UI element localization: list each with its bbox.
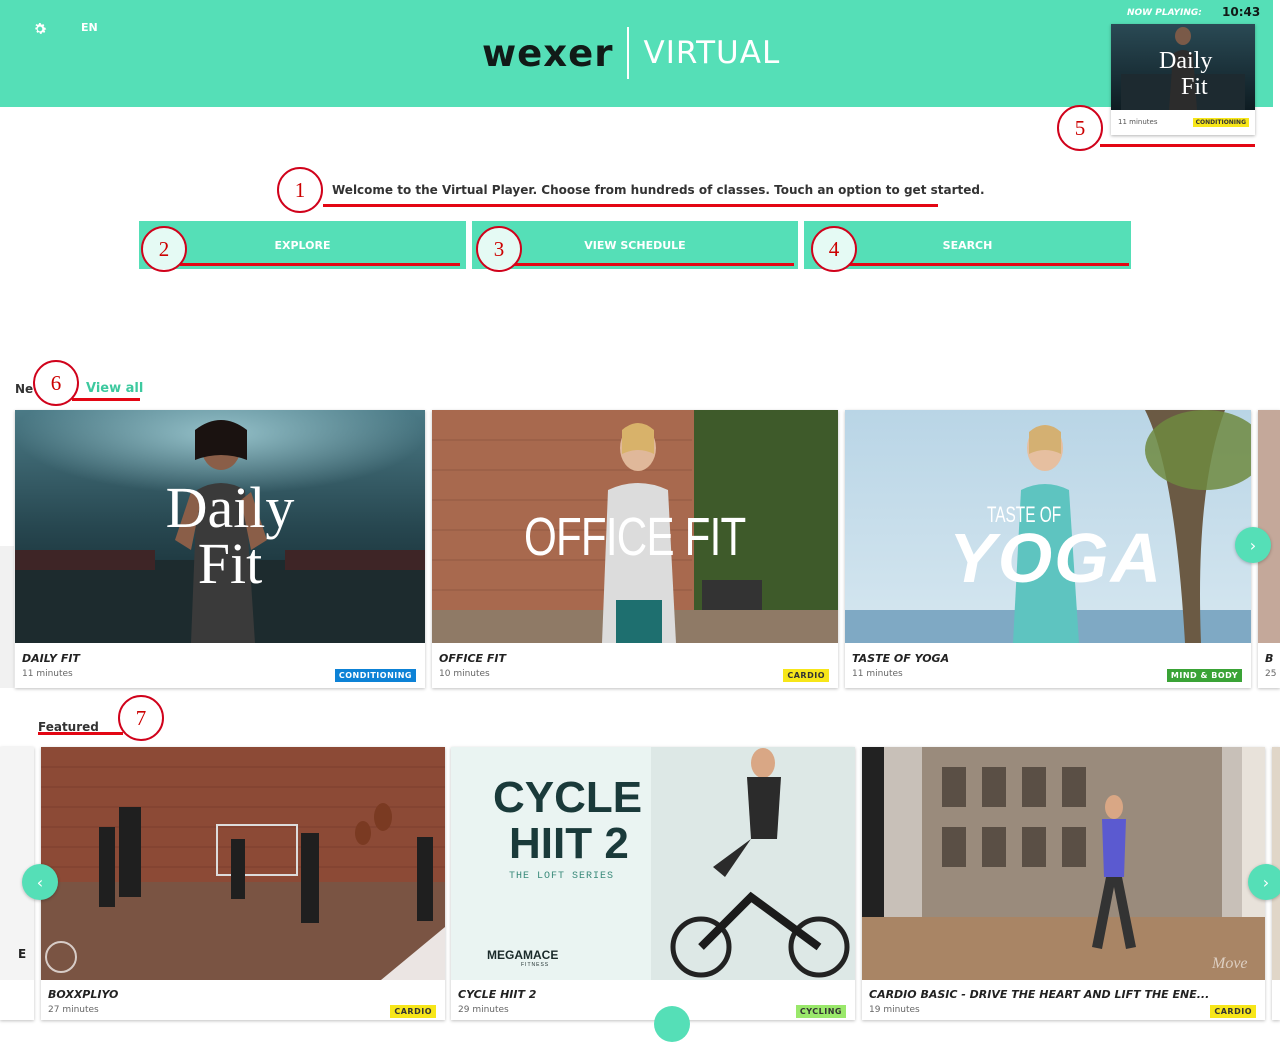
logo-divider [627,27,630,79]
carousel-prev-button[interactable]: ‹ [22,864,58,900]
class-duration: 25 [1265,669,1277,679]
class-title: CYCLE HIIT 2 [458,988,537,1001]
class-duration: 27 minutes [48,1005,99,1015]
annotation-underline-4 [848,263,1129,266]
now-playing-label: NOW PLAYING: [1127,8,1202,18]
wexer-logo: wexer VIRTUAL [482,25,780,81]
class-title: DAILY FIT [22,652,80,665]
now-playing-card[interactable]: Daily Fit 11 minutes CONDITIONING [1111,24,1255,135]
class-thumbnail [0,747,34,980]
class-card[interactable]: CYCLE HIIT 2 THE LOFT SERIES MEGAMACE FI… [451,747,855,1020]
explore-button[interactable]: EXPLORE [139,221,466,269]
class-title: TASTE OF YOGA [852,652,950,665]
class-thumbnail: Daily Fit [15,410,425,643]
class-thumbnail [41,747,445,980]
now-playing-duration: 11 minutes [1118,118,1158,126]
class-duration: 10 minutes [439,669,490,679]
welcome-message: Welcome to the Virtual Player. Choose fr… [332,183,985,197]
class-thumb-title-2: YOGA [949,519,1164,597]
class-thumb-title-1: CYCLE [493,773,643,822]
class-thumbnail: OFFICE FIT [432,410,838,643]
class-card[interactable]: OFFICE FIT OFFICE FIT 10 minutes CARDIO [432,410,838,688]
megamace-logo: MEGAMACE [487,948,559,962]
class-thumb-subtitle: THE LOFT SERIES [509,871,615,882]
class-card[interactable]: BOXXPLIYO 27 minutes CARDIO [41,747,445,1020]
chevron-right-icon: › [1262,872,1270,892]
annotation-callout-1: 1 [277,167,323,213]
now-playing-thumbnail: Daily Fit [1111,24,1255,110]
annotation-underline-7 [38,732,123,735]
class-title: B [1265,652,1274,665]
clock: 10:43 [1222,5,1261,19]
megamace-logo-sub: FITNESS [521,962,550,968]
annotation-underline-6 [72,398,140,401]
annotation-underline-2 [180,263,460,266]
category-badge: CARDIO [783,669,829,682]
header-bar: EN wexer VIRTUAL NOW PLAYING: 10:43 [0,0,1273,107]
partial-card-text: E [18,947,27,961]
now-playing-category-badge: CONDITIONING [1192,118,1249,127]
class-title: BOXXPLIYO [48,988,119,1001]
class-thumb-title: OFFICE FIT [524,507,746,567]
carousel-next-button[interactable]: › [1235,527,1271,563]
annotation-underline-1 [323,204,938,207]
class-card[interactable]: Daily Fit DAILY FIT 11 minutes CONDITION… [15,410,425,688]
product-name: VIRTUAL [643,35,781,71]
annotation-callout-7: 7 [118,695,164,741]
view-all-link[interactable]: View all [86,381,143,396]
scroll-indicator[interactable] [654,1006,690,1042]
class-card[interactable]: Move CARDIO BASIC - DRIVE THE HEART AND … [862,747,1265,1020]
category-badge: CARDIO [390,1005,436,1018]
category-badge: MIND & BODY [1166,669,1242,682]
class-duration: 11 minutes [852,669,903,679]
category-badge: CONDITIONING [334,669,416,682]
class-thumb-title: Daily Fit [165,475,295,596]
class-title: OFFICE FIT [439,652,506,665]
class-duration: 29 minutes [458,1005,509,1015]
class-thumb-title-2: HIIT 2 [509,819,629,868]
brand-name: wexer [482,31,614,75]
class-title: CARDIO BASIC - DRIVE THE HEART AND LIFT … [869,988,1210,1001]
annotation-callout-5: 5 [1057,105,1103,151]
class-thumbnail: CYCLE HIIT 2 THE LOFT SERIES MEGAMACE FI… [451,747,855,980]
chevron-left-icon: ‹ [36,872,44,892]
language-selector[interactable]: EN [81,21,98,34]
now-playing-thumb-title-1: Daily [1159,48,1213,74]
carousel-next-button[interactable]: › [1248,864,1280,900]
class-duration: 11 minutes [22,669,73,679]
chevron-right-icon: › [1249,535,1257,555]
scroll-edge [0,546,14,688]
annotation-underline-5 [1100,144,1255,147]
annotation-underline-3 [512,263,794,266]
class-duration: 19 minutes [869,1005,920,1015]
now-playing-thumb-title-2: Fit [1181,74,1208,100]
class-thumbnail: Move [862,747,1265,980]
gear-icon[interactable] [32,21,48,37]
annotation-callout-6: 6 [33,360,79,406]
class-thumbnail: TASTE OF YOGA [845,410,1251,643]
annotation-callout-4: 4 [811,226,857,272]
class-thumbnail [1258,410,1280,643]
new-section-title: Ne [15,382,34,396]
class-card[interactable]: TASTE OF YOGA TASTE OF YOGA 11 minutes M… [845,410,1251,688]
annotation-callout-3: 3 [476,226,522,272]
category-badge: CYCLING [795,1005,846,1018]
category-badge: CARDIO [1210,1005,1256,1018]
class-thumb-watermark: Move [1212,955,1248,972]
class-thumbnail [1272,747,1280,980]
annotation-callout-2: 2 [141,226,187,272]
